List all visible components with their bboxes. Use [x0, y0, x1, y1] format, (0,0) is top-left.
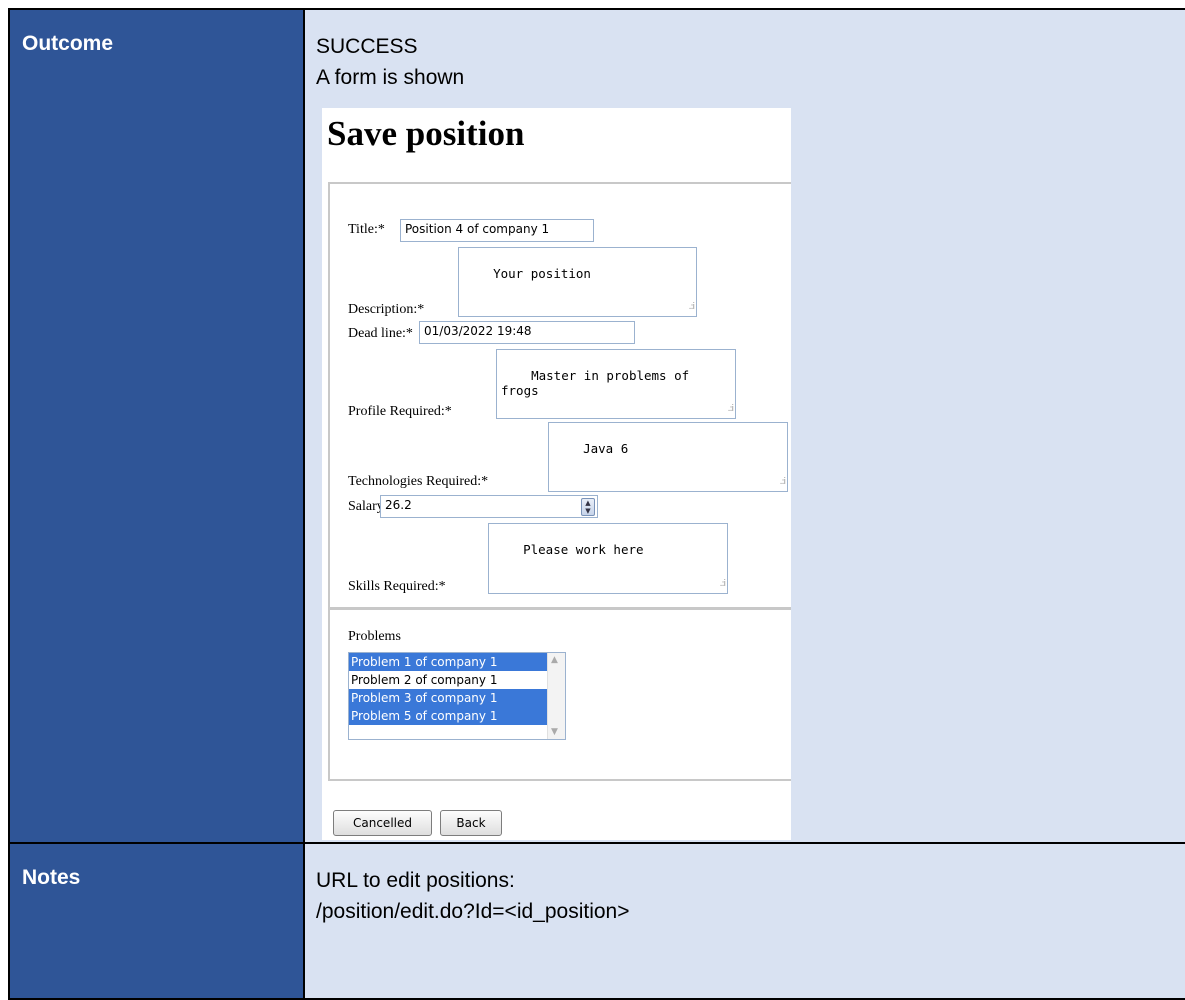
notes-label: Notes: [22, 866, 81, 889]
profile-label: Profile Required:*: [348, 404, 452, 419]
notes-content-cell: URL to edit positions: /position/edit.do…: [303, 842, 1185, 1000]
skills-label: Skills Required:*: [348, 579, 446, 594]
problem-option[interactable]: Problem 5 of company 1: [349, 707, 548, 725]
listbox-scrollbar[interactable]: ▲ ▼: [547, 653, 565, 739]
profile-textarea[interactable]: Master in problems of frogs .:i: [496, 349, 736, 419]
technologies-value: Java 6: [583, 441, 629, 456]
description-label: Description:*: [348, 302, 425, 317]
salary-value: 26.2: [385, 498, 412, 512]
profile-value: Master in problems of frogs: [501, 368, 697, 398]
outcome-label-cell: Outcome: [8, 8, 305, 844]
title-label: Title:*: [348, 222, 385, 237]
form-screenshot: Save position Title:* Position 4 of comp…: [322, 108, 791, 840]
resize-grip-icon[interactable]: .:i: [689, 300, 695, 315]
outcome-status: SUCCESS: [316, 35, 418, 58]
back-button[interactable]: Back: [440, 810, 502, 836]
skills-textarea[interactable]: Please work here .:i: [488, 523, 728, 594]
problems-label: Problems: [348, 629, 401, 644]
salary-input[interactable]: 26.2 ▲ ▼: [380, 495, 598, 518]
description-textarea[interactable]: Your position .:i: [458, 247, 697, 317]
resize-grip-icon[interactable]: .:i: [728, 402, 734, 417]
problem-option[interactable]: Problem 1 of company 1: [349, 653, 548, 671]
technologies-label: Technologies Required:*: [348, 474, 489, 489]
outcome-description: A form is shown: [316, 66, 465, 89]
scroll-down-icon[interactable]: ▼: [551, 727, 558, 737]
scroll-up-icon[interactable]: ▲: [551, 655, 558, 665]
problems-listbox[interactable]: Problem 1 of company 1 Problem 2 of comp…: [348, 652, 566, 740]
skills-value: Please work here: [523, 542, 644, 557]
cancelled-button[interactable]: Cancelled: [333, 810, 432, 836]
description-value: Your position: [493, 266, 591, 281]
resize-grip-icon[interactable]: .:i: [720, 577, 726, 592]
form-heading: Save position: [327, 114, 525, 153]
title-input[interactable]: Position 4 of company 1: [400, 219, 594, 242]
notes-line-2: /position/edit.do?Id=<id_position>: [316, 900, 630, 923]
deadline-label: Dead line:*: [348, 326, 413, 341]
problem-option[interactable]: Problem 2 of company 1: [349, 671, 548, 689]
spinner-arrows-icon[interactable]: ▲ ▼: [581, 498, 595, 516]
problem-option[interactable]: Problem 3 of company 1: [349, 689, 548, 707]
deadline-input[interactable]: 01/03/2022 19:48: [419, 321, 635, 344]
outcome-label: Outcome: [22, 32, 114, 55]
notes-label-cell: Notes: [8, 842, 305, 1000]
notes-line-1: URL to edit positions:: [316, 869, 515, 892]
resize-grip-icon[interactable]: .:i: [780, 475, 786, 490]
technologies-textarea[interactable]: Java 6 .:i: [548, 422, 788, 492]
